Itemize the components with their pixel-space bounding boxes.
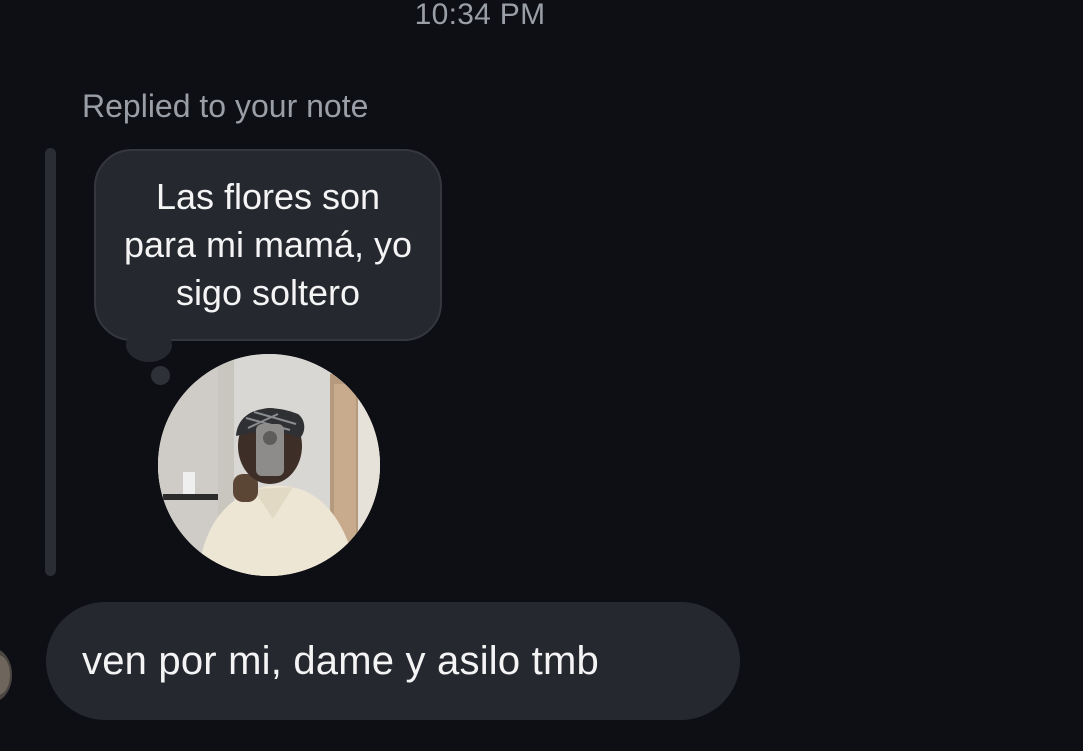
message-timestamp: 10:34 PM — [414, 0, 546, 31]
note-bubble[interactable]: Las flores son para mi mamá, yo sigo sol… — [94, 149, 442, 341]
sender-avatar-image — [0, 648, 12, 702]
note-bubble-dot — [151, 366, 170, 385]
note-author-avatar[interactable] — [158, 354, 380, 576]
chat-screen: 10:34 PM Replied to your note Las flores… — [0, 0, 1083, 751]
reply-indicator-bar — [45, 148, 56, 576]
replied-to-note-label: Replied to your note — [82, 88, 369, 124]
note-bubble-tail — [126, 328, 172, 362]
profile-photo — [158, 354, 380, 576]
note-text: Las flores son para mi mamá, yo sigo sol… — [123, 176, 413, 313]
message-text: ven por mi, dame y asilo tmb — [82, 638, 599, 683]
message-bubble[interactable]: ven por mi, dame y asilo tmb — [46, 602, 740, 720]
sender-avatar[interactable] — [0, 648, 12, 702]
